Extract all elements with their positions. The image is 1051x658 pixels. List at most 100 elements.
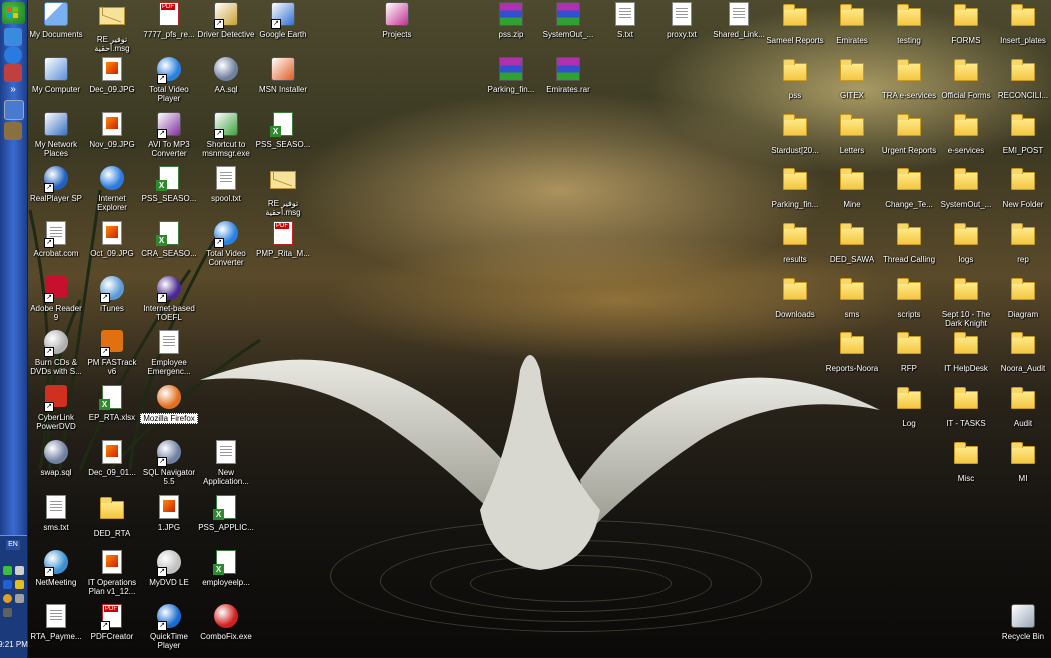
desktop-icon[interactable]: Log <box>880 385 938 428</box>
desktop-icon[interactable]: 7777_pfs_re... <box>140 2 198 39</box>
desktop-icon[interactable]: Recycle Bin <box>994 604 1051 641</box>
quicklaunch-app-icon[interactable] <box>4 28 22 46</box>
desktop-icon[interactable]: My Computer <box>27 57 85 94</box>
desktop-icon[interactable]: Mozilla Firefox <box>140 385 198 424</box>
desktop-icon[interactable]: RTA_Payme... <box>27 604 85 641</box>
desktop-icon[interactable]: Misc <box>937 440 995 483</box>
taskbar-window-app-icon[interactable] <box>4 122 22 140</box>
desktop-icon[interactable]: Dec_09.JPG <box>83 57 141 94</box>
desktop-icon[interactable]: Audit <box>994 385 1051 428</box>
desktop-icon[interactable]: IT HelpDesk <box>937 330 995 373</box>
desktop-icon[interactable]: scripts <box>880 276 938 319</box>
desktop-icon[interactable]: SystemOut_... <box>539 2 597 39</box>
desktop-icon[interactable]: Diagram <box>994 276 1051 319</box>
desktop-icon[interactable]: GITEX <box>823 57 881 100</box>
desktop-icon[interactable]: testing <box>880 2 938 45</box>
desktop-icon[interactable]: DED_RTA <box>83 495 141 538</box>
desktop-icon[interactable]: ↗ MyDVD LE <box>140 550 198 587</box>
taskbar-window-ie-icon[interactable] <box>4 100 24 120</box>
tray-bluetooth-icon[interactable] <box>3 580 12 589</box>
desktop-icon[interactable]: Emirates <box>823 2 881 45</box>
tray-alert-icon[interactable] <box>3 594 12 603</box>
desktop-icon[interactable]: New Application... <box>197 440 255 486</box>
desktop-icon[interactable]: MSN Installer <box>254 57 312 94</box>
desktop-icon[interactable]: Employee Emergenc... <box>140 330 198 376</box>
desktop-icon[interactable]: ComboFix.exe <box>197 604 255 641</box>
desktop-icon[interactable]: ↗ PM FASTrack v6 <box>83 330 141 376</box>
desktop-icon[interactable]: e-services <box>937 112 995 155</box>
desktop-icon[interactable]: Sept 10 - The Dark Knight <box>937 276 995 328</box>
tray-app-icon[interactable] <box>15 566 24 575</box>
desktop-icon[interactable]: results <box>766 221 824 264</box>
desktop-icon[interactable]: ↗ SQL Navigator 5.5 <box>140 440 198 486</box>
desktop-icon[interactable]: PSS_SEASO... <box>140 166 198 203</box>
desktop-icon[interactable]: Projects <box>368 2 426 39</box>
start-button[interactable] <box>2 2 25 24</box>
desktop-icon[interactable]: PSS_APPLIC... <box>197 495 255 532</box>
tray-display-icon[interactable] <box>3 608 12 617</box>
desktop-icon[interactable]: pss.zip <box>482 2 540 39</box>
desktop-icon[interactable]: EP_RTA.xlsx <box>83 385 141 422</box>
desktop-icon[interactable]: ↗ QuickTime Player <box>140 604 198 650</box>
desktop-icon[interactable]: ↗ Adobe Reader 9 <box>27 276 85 322</box>
desktop-icon[interactable]: MI <box>994 440 1051 483</box>
desktop-icon[interactable]: rep <box>994 221 1051 264</box>
desktop-icon[interactable]: EMI_POST <box>994 112 1051 155</box>
desktop-icon[interactable]: Parking_fin... <box>766 166 824 209</box>
desktop-icon[interactable]: Nov_09.JPG <box>83 112 141 149</box>
taskbar-clock[interactable]: 9:21 PM <box>0 640 28 649</box>
desktop-icon[interactable]: proxy.txt <box>653 2 711 39</box>
desktop-icon[interactable]: IT - TASKS <box>937 385 995 428</box>
desktop-icon[interactable]: Oct_09.JPG <box>83 221 141 258</box>
tray-volume-icon[interactable] <box>15 594 24 603</box>
desktop-icon[interactable]: Change_Te... <box>880 166 938 209</box>
desktop-icon[interactable]: ↗ AVI To MP3 Converter <box>140 112 198 158</box>
desktop-icon[interactable]: ↗ CyberLink PowerDVD <box>27 385 85 431</box>
desktop-icon[interactable]: ↗ Internet-based TOEFL <box>140 276 198 322</box>
desktop-icon[interactable]: TRA e-services <box>880 57 938 100</box>
desktop-icon[interactable]: RECONCILI... <box>994 57 1051 100</box>
desktop-icon[interactable]: Urgent Reports <box>880 112 938 155</box>
desktop-icon[interactable]: RE توفير أحقية.msg <box>254 166 312 217</box>
desktop-icon[interactable]: ↗ Shortcut to msnmsgr.exe <box>197 112 255 158</box>
desktop-icon[interactable]: ↗ Driver Detective <box>197 2 255 39</box>
desktop-icon[interactable]: swap.sql <box>27 440 85 477</box>
desktop-icon[interactable]: ↗PDFCreator <box>83 604 141 641</box>
desktop-icon[interactable]: PSS_SEASO... <box>254 112 312 149</box>
desktop-icon[interactable]: ↗ Google Earth <box>254 2 312 39</box>
language-indicator[interactable]: EN <box>6 540 20 550</box>
desktop-icon[interactable]: Letters <box>823 112 881 155</box>
desktop-icon[interactable]: Internet Explorer <box>83 166 141 212</box>
desktop-icon[interactable]: Thread Calling <box>880 221 938 264</box>
desktop-icon[interactable]: S.txt <box>596 2 654 39</box>
quicklaunch-media-icon[interactable] <box>4 64 22 82</box>
desktop-icon[interactable]: Stardust[20... <box>766 112 824 155</box>
desktop-icon[interactable]: 1.JPG <box>140 495 198 532</box>
desktop-icon[interactable]: My Documents <box>27 2 85 39</box>
desktop-icon[interactable]: Shared_Link... <box>710 2 768 39</box>
tray-security-icon[interactable] <box>15 580 24 589</box>
desktop-icon[interactable]: CRA_SEASO... <box>140 221 198 258</box>
tray-network-icon[interactable] <box>3 566 12 575</box>
desktop-icon[interactable]: Parking_fin... <box>482 57 540 94</box>
desktop-icon[interactable]: sms <box>823 276 881 319</box>
desktop-icon[interactable]: Official Forms <box>937 57 995 100</box>
desktop-icon[interactable]: DED_SAWA <box>823 221 881 264</box>
desktop-icon[interactable]: Insert_plates <box>994 2 1051 45</box>
desktop-icon[interactable]: Emirates.rar <box>539 57 597 94</box>
desktop-icon[interactable]: AA.sql <box>197 57 255 94</box>
desktop-icon[interactable]: IT Operations Plan v1_12... <box>83 550 141 596</box>
desktop-icon[interactable]: sms.txt <box>27 495 85 532</box>
desktop-icon[interactable]: PMP_Rita_M... <box>254 221 312 258</box>
desktop-icon[interactable]: pss <box>766 57 824 100</box>
desktop-icon[interactable]: My Network Places <box>27 112 85 158</box>
desktop-icon[interactable]: SystemOut_... <box>937 166 995 209</box>
desktop-icon[interactable]: RFP <box>880 330 938 373</box>
desktop-icon[interactable]: ↗ Total Video Player <box>140 57 198 103</box>
desktop-icon[interactable]: RE توفير أحقية.msg <box>83 2 141 53</box>
desktop-icon[interactable]: ↗ Burn CDs & DVDs with S... <box>27 330 85 376</box>
desktop-icon[interactable]: Noora_Audit <box>994 330 1051 373</box>
desktop-icon[interactable]: New Folder <box>994 166 1051 209</box>
desktop-icon[interactable]: FORMS <box>937 2 995 45</box>
desktop-icon[interactable]: ↗ NetMeeting <box>27 550 85 587</box>
